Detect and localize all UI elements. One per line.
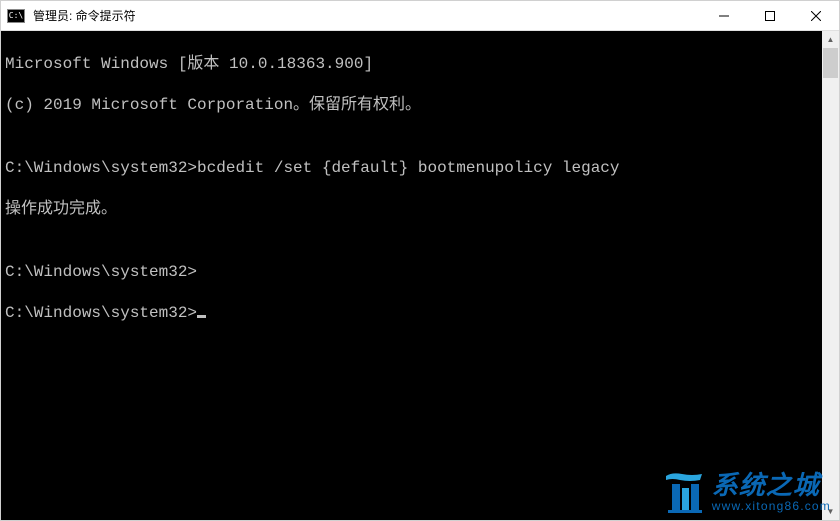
titlebar: C:\ 管理员: 命令提示符 bbox=[1, 1, 839, 31]
cmd-icon: C:\ bbox=[7, 9, 25, 23]
scrollbar-thumb[interactable] bbox=[823, 48, 838, 78]
cursor bbox=[197, 315, 206, 318]
watermark-url: www.xitong86.com bbox=[712, 500, 831, 512]
watermark-text: 系统之城 www.xitong86.com bbox=[712, 472, 831, 512]
terminal-line: C:\Windows\system32> bbox=[5, 262, 835, 283]
window-title: 管理员: 命令提示符 bbox=[31, 7, 701, 24]
close-icon bbox=[811, 11, 821, 21]
prompt: C:\Windows\system32> bbox=[5, 159, 197, 177]
scroll-up-arrow[interactable]: ▲ bbox=[822, 31, 839, 48]
close-button[interactable] bbox=[793, 1, 839, 30]
terminal-area[interactable]: Microsoft Windows [版本 10.0.18363.900] (c… bbox=[1, 31, 839, 520]
watermark: 系统之城 www.xitong86.com bbox=[662, 470, 831, 514]
terminal-line: C:\Windows\system32> bbox=[5, 303, 835, 324]
window-controls bbox=[701, 1, 839, 30]
minimize-icon bbox=[719, 11, 729, 21]
terminal-line: C:\Windows\system32>bcdedit /set {defaul… bbox=[5, 158, 835, 179]
terminal-line: Microsoft Windows [版本 10.0.18363.900] bbox=[5, 54, 835, 75]
watermark-logo-icon bbox=[662, 470, 706, 514]
watermark-title: 系统之城 bbox=[712, 472, 831, 498]
terminal-line: 操作成功完成。 bbox=[5, 199, 835, 220]
prompt: C:\Windows\system32> bbox=[5, 263, 197, 281]
vertical-scrollbar[interactable]: ▲ ▼ bbox=[822, 31, 839, 520]
maximize-button[interactable] bbox=[747, 1, 793, 30]
command-text: bcdedit /set {default} bootmenupolicy le… bbox=[197, 159, 619, 177]
prompt: C:\Windows\system32> bbox=[5, 304, 197, 322]
minimize-button[interactable] bbox=[701, 1, 747, 30]
terminal-line: (c) 2019 Microsoft Corporation。保留所有权利。 bbox=[5, 95, 835, 116]
maximize-icon bbox=[765, 11, 775, 21]
